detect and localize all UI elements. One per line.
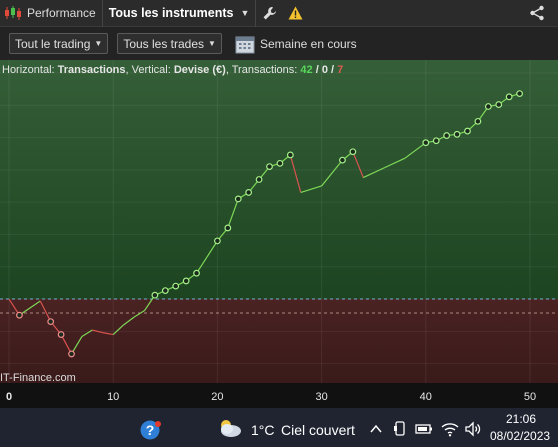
trading-filter-label: Tout le trading xyxy=(15,36,91,51)
profit-zone xyxy=(0,60,558,300)
battery-icon[interactable] xyxy=(415,422,433,436)
trade-point[interactable] xyxy=(172,282,180,290)
svg-text:?: ? xyxy=(146,422,155,438)
instruments-label: Tous les instruments xyxy=(108,6,234,20)
chevron-down-icon: ▼ xyxy=(240,8,250,18)
trade-point[interactable] xyxy=(286,151,294,159)
trade-point[interactable] xyxy=(276,159,284,167)
neutral-count: 0 xyxy=(322,64,328,76)
separator: / xyxy=(331,64,334,76)
chevron-up-icon[interactable] xyxy=(369,422,383,436)
share-icon[interactable] xyxy=(524,0,550,27)
x-tick-label: 20 xyxy=(211,391,223,403)
trade-point[interactable] xyxy=(453,130,461,138)
trade-point[interactable] xyxy=(182,277,190,285)
trade-point[interactable] xyxy=(495,101,503,108)
loss-zone xyxy=(0,299,558,383)
header-t-label: Transactions: xyxy=(232,64,298,76)
trade-point[interactable] xyxy=(505,93,513,101)
header-v-value: Devise (€) xyxy=(174,64,226,76)
trade-point[interactable] xyxy=(151,291,159,299)
chart-header: Horizontal: Transactions, Vertical: Devi… xyxy=(2,64,343,76)
top-toolbar: Performance Tous les instruments ▼ xyxy=(0,0,558,27)
filters-bar: Tout le trading ▼ Tous les trades ▼ Sema… xyxy=(0,27,558,60)
trades-filter-label: Tous les trades xyxy=(123,36,205,51)
trade-point[interactable] xyxy=(474,117,482,125)
wifi-icon[interactable] xyxy=(441,421,459,437)
tab-performance-label: Performance xyxy=(27,6,96,20)
trade-point[interactable] xyxy=(432,137,440,145)
trade-point[interactable] xyxy=(339,156,346,164)
trade-point[interactable] xyxy=(484,103,492,110)
chevron-down-icon: ▼ xyxy=(94,39,103,48)
clock-date[interactable]: 08/02/2023 xyxy=(490,429,550,443)
trade-point[interactable] xyxy=(213,237,221,245)
watermark: IT-Finance.com xyxy=(0,372,76,383)
x-tick-label: 10 xyxy=(107,391,119,403)
calendar-icon xyxy=(235,34,255,54)
period-label: Semaine en cours xyxy=(259,36,357,51)
trade-point[interactable] xyxy=(193,269,200,277)
wins-count: 42 xyxy=(300,64,312,76)
volume-icon[interactable] xyxy=(464,421,482,437)
trade-point[interactable] xyxy=(245,189,253,196)
x-tick-label: 40 xyxy=(420,391,432,403)
trade-point[interactable] xyxy=(234,195,242,203)
help-icon[interactable]: ? xyxy=(140,419,162,441)
trade-point[interactable] xyxy=(255,176,263,183)
equity-chart: Horizontal: Transactions, Vertical: Devi… xyxy=(0,60,558,383)
trade-point[interactable] xyxy=(47,318,55,326)
period-selector[interactable]: Semaine en cours xyxy=(235,34,357,54)
warning-icon[interactable] xyxy=(282,0,308,27)
trade-point[interactable] xyxy=(516,90,523,97)
trade-point[interactable] xyxy=(16,311,23,319)
trade-point[interactable] xyxy=(349,148,357,156)
trade-point[interactable] xyxy=(464,127,471,135)
tab-performance[interactable]: Performance xyxy=(0,0,103,27)
temperature: 1°C xyxy=(251,422,275,438)
windows-taskbar: ? 1°C Ciel couvert 21:06 08/02/2023 xyxy=(0,408,558,447)
trade-point[interactable] xyxy=(161,287,169,295)
weather-cloud-icon[interactable] xyxy=(217,416,243,440)
separator: / xyxy=(316,64,319,76)
chevron-down-icon: ▼ xyxy=(208,39,216,48)
trading-filter-dropdown[interactable]: Tout le trading ▼ xyxy=(9,33,109,54)
trade-point[interactable] xyxy=(443,132,451,139)
trade-point[interactable] xyxy=(57,331,65,338)
trade-point[interactable] xyxy=(422,139,430,147)
header-v-label: Vertical: xyxy=(132,64,171,76)
x-tick-label: 0 xyxy=(6,391,12,403)
x-tick-label: 30 xyxy=(315,391,327,403)
header-h-label: Horizontal: xyxy=(2,64,55,76)
instruments-dropdown[interactable]: Tous les instruments ▼ xyxy=(103,0,257,27)
header-h-value: Transactions xyxy=(58,64,126,76)
trade-point[interactable] xyxy=(266,163,273,170)
clock-time[interactable]: 21:06 xyxy=(506,412,536,426)
trade-point[interactable] xyxy=(68,350,75,358)
candlestick-icon xyxy=(4,5,22,21)
x-axis: 0 10 20 30 40 50 xyxy=(0,383,558,408)
weather-text: Ciel couvert xyxy=(281,422,355,438)
x-tick-label: 50 xyxy=(524,391,536,403)
device-icon[interactable] xyxy=(393,421,407,437)
trade-point[interactable] xyxy=(224,224,232,232)
trades-filter-dropdown[interactable]: Tous les trades ▼ xyxy=(117,33,222,54)
wrench-icon[interactable] xyxy=(256,0,282,27)
losses-count: 7 xyxy=(337,64,343,76)
